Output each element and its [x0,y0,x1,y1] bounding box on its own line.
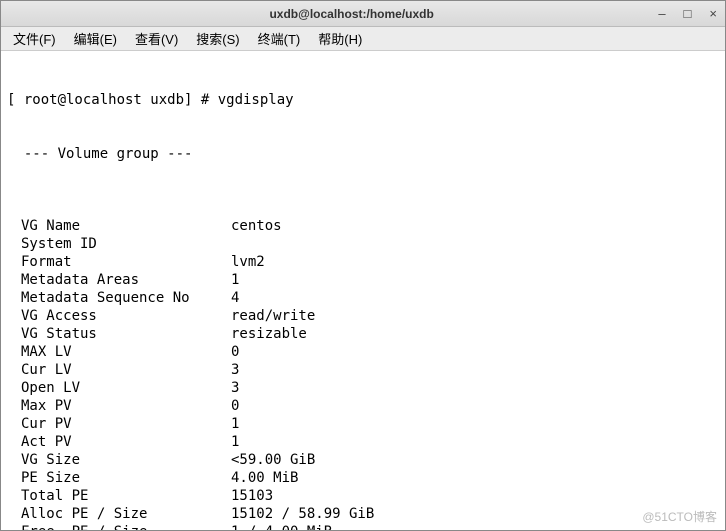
menubar: 文件(F) 编辑(E) 查看(V) 搜索(S) 终端(T) 帮助(H) [1,27,725,51]
command-text: vgdisplay [218,92,294,108]
vg-field-value: 3 [231,361,239,379]
vg-field-value: 15102 / 58.99 GiB [231,505,374,523]
vg-field-label: System ID [21,235,231,253]
menu-search[interactable]: 搜索(S) [190,27,245,50]
vg-field-value: 0 [231,343,239,361]
watermark-text: @51CTO博客 [642,508,717,526]
menu-file[interactable]: 文件(F) [7,27,62,50]
vg-field-label: Open LV [21,379,231,397]
vg-field-label: VG Status [21,325,231,343]
window-controls: – □ × [656,6,719,21]
vg-field-row: System ID [7,235,719,253]
vg-field-label: Metadata Sequence No [21,289,231,307]
terminal-window: uxdb@localhost:/home/uxdb – □ × 文件(F) 编辑… [0,0,726,531]
vg-field-value: 1 / 4.00 MiB [231,523,332,530]
minimize-button[interactable]: – [656,6,667,21]
vg-field-row: PE Size4.00 MiB [7,469,719,487]
vg-field-row: Act PV1 [7,433,719,451]
vg-fields: VG Namecentos System ID Formatlvm2 Metad… [7,217,719,530]
vg-field-label: VG Name [21,217,231,235]
vg-field-row: VG Statusresizable [7,325,719,343]
vg-field-value: 1 [231,415,239,433]
maximize-button[interactable]: □ [682,6,694,21]
vg-header: --- Volume group --- [7,145,719,163]
vg-field-label: PE Size [21,469,231,487]
vg-field-row: Free PE / Size1 / 4.00 MiB [7,523,719,530]
menu-terminal[interactable]: 终端(T) [252,27,307,50]
vg-field-label: Total PE [21,487,231,505]
vg-field-row: Alloc PE / Size15102 / 58.99 GiB [7,505,719,523]
vg-field-label: VG Size [21,451,231,469]
menu-edit[interactable]: 编辑(E) [68,27,123,50]
vg-field-row: MAX LV0 [7,343,719,361]
vg-field-value: 4 [231,289,239,307]
vg-field-row: Metadata Sequence No4 [7,289,719,307]
vg-field-row: Max PV0 [7,397,719,415]
vg-field-value: 1 [231,433,239,451]
vg-field-label: Alloc PE / Size [21,505,231,523]
vg-field-row: VG Size<59.00 GiB [7,451,719,469]
vg-field-row: Cur PV1 [7,415,719,433]
titlebar[interactable]: uxdb@localhost:/home/uxdb – □ × [1,1,725,27]
close-button[interactable]: × [707,6,719,21]
vg-field-value: 0 [231,397,239,415]
vg-field-value: <59.00 GiB [231,451,315,469]
vg-field-row: Open LV3 [7,379,719,397]
vg-field-label: Cur LV [21,361,231,379]
vg-field-row: Total PE15103 [7,487,719,505]
vg-field-label: Max PV [21,397,231,415]
vg-field-label: Free PE / Size [21,523,231,530]
menu-view[interactable]: 查看(V) [129,27,184,50]
prompt-line-1: [ root@localhost uxdb] # vgdisplay [7,91,719,109]
vg-field-value: resizable [231,325,307,343]
vg-field-value: 15103 [231,487,273,505]
menu-help[interactable]: 帮助(H) [312,27,368,50]
vg-field-value: lvm2 [231,253,265,271]
vg-field-label: Metadata Areas [21,271,231,289]
prompt-text: [ root@localhost uxdb] # [7,92,218,108]
vg-field-row: Formatlvm2 [7,253,719,271]
vg-field-label: Act PV [21,433,231,451]
vg-field-value: 3 [231,379,239,397]
vg-field-label: Format [21,253,231,271]
vg-field-label: Cur PV [21,415,231,433]
vg-field-row: VG Namecentos [7,217,719,235]
vg-field-label: VG Access [21,307,231,325]
vg-field-row: Metadata Areas1 [7,271,719,289]
window-title: uxdb@localhost:/home/uxdb [47,7,656,21]
vg-field-value: 4.00 MiB [231,469,298,487]
vg-field-row: Cur LV3 [7,361,719,379]
vg-field-value: read/write [231,307,315,325]
terminal-pane[interactable]: [ root@localhost uxdb] # vgdisplay --- V… [1,51,725,530]
vg-field-value: 1 [231,271,239,289]
vg-field-row: VG Accessread/write [7,307,719,325]
vg-field-value: centos [231,217,282,235]
vg-field-label: MAX LV [21,343,231,361]
